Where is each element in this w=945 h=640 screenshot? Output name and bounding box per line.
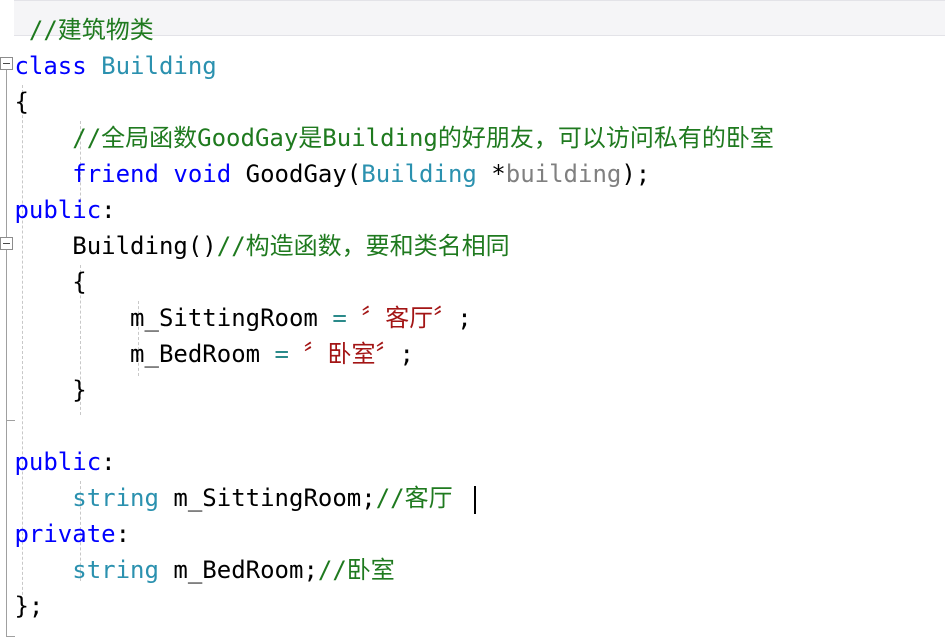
code-token-type: Building <box>361 160 477 188</box>
code-line[interactable]: }; <box>0 588 945 624</box>
code-token-keyword: void <box>173 160 232 188</box>
code-token-comment: //客厅 <box>375 484 453 512</box>
code-line[interactable]: class Building <box>0 48 945 84</box>
code-token-keyword: class <box>14 52 87 80</box>
code-editor[interactable]: //建筑物类 class Building { //全局函数GoodGay是Bu… <box>0 0 945 640</box>
code-token-op: = <box>332 304 347 332</box>
code-line[interactable]: public: <box>0 192 945 228</box>
code-line[interactable]: //建筑物类 <box>0 12 945 48</box>
code-token-plain: ; <box>457 304 472 332</box>
code-line[interactable] <box>0 408 945 444</box>
code-token-keyword: public <box>14 448 102 476</box>
code-token-param: building <box>505 160 622 188</box>
code-token-type: string <box>72 484 159 512</box>
code-token-plain: m_BedRoom <box>0 340 275 368</box>
code-token-keyword: friend <box>72 160 159 188</box>
code-line[interactable]: { <box>0 84 945 120</box>
code-token-plain: GoodGay( <box>231 160 362 188</box>
code-token-plain: Building() <box>0 232 217 260</box>
text-caret <box>474 486 476 514</box>
code-text-area[interactable]: //建筑物类 class Building { //全局函数GoodGay是Bu… <box>0 0 945 640</box>
code-token-string: 〞卧室〞 <box>303 340 400 368</box>
code-token-plain: : <box>101 448 116 476</box>
code-line[interactable]: m_SittingRoom = 〞客厅〞; <box>0 300 945 336</box>
code-line[interactable]: string m_SittingRoom;//客厅 <box>0 480 945 516</box>
code-line[interactable]: public: <box>0 444 945 480</box>
code-token-plain: * <box>476 160 506 188</box>
code-token-comment: //全局函数GoodGay是Building的好朋友，可以访问私有的卧室 <box>72 124 774 152</box>
code-token-plain: m_BedRoom; <box>158 556 318 584</box>
code-token-comment: //建筑物类 <box>28 16 154 44</box>
code-line[interactable]: m_BedRoom = 〞卧室〞; <box>0 336 945 372</box>
code-token-string: 〞客厅〞 <box>361 304 458 332</box>
code-token-keyword: private <box>14 520 116 548</box>
code-token-plain: }; <box>0 592 44 620</box>
code-token-plain: : <box>115 520 131 548</box>
code-line[interactable]: { <box>0 264 945 300</box>
code-token-plain: ); <box>621 160 651 188</box>
code-line[interactable]: Building()//构造函数，要和类名相同 <box>0 228 945 264</box>
code-token-type: string <box>72 556 159 584</box>
code-line[interactable]: string m_BedRoom;//卧室 <box>0 552 945 588</box>
code-token-plain: { <box>0 268 87 296</box>
code-token-comment: //卧室 <box>317 556 395 584</box>
code-line[interactable]: } <box>0 372 945 408</box>
code-line[interactable]: //全局函数GoodGay是Building的好朋友，可以访问私有的卧室 <box>0 120 945 156</box>
code-line-active[interactable]: private: <box>0 516 945 552</box>
code-token-plain: : <box>101 196 116 224</box>
code-token-plain: { <box>0 88 29 116</box>
code-token-keyword: public <box>14 196 102 224</box>
code-token-plain: ; <box>399 340 414 368</box>
code-token-type: Building <box>101 52 217 80</box>
code-line[interactable]: friend void GoodGay(Building *building); <box>0 156 945 192</box>
code-token-plain: } <box>0 376 87 404</box>
code-token-op: = <box>274 340 289 368</box>
code-token-plain: m_SittingRoom <box>0 304 333 332</box>
code-token-comment: //构造函数，要和类名相同 <box>216 232 510 260</box>
code-token-plain: m_SittingRoom; <box>158 484 376 512</box>
